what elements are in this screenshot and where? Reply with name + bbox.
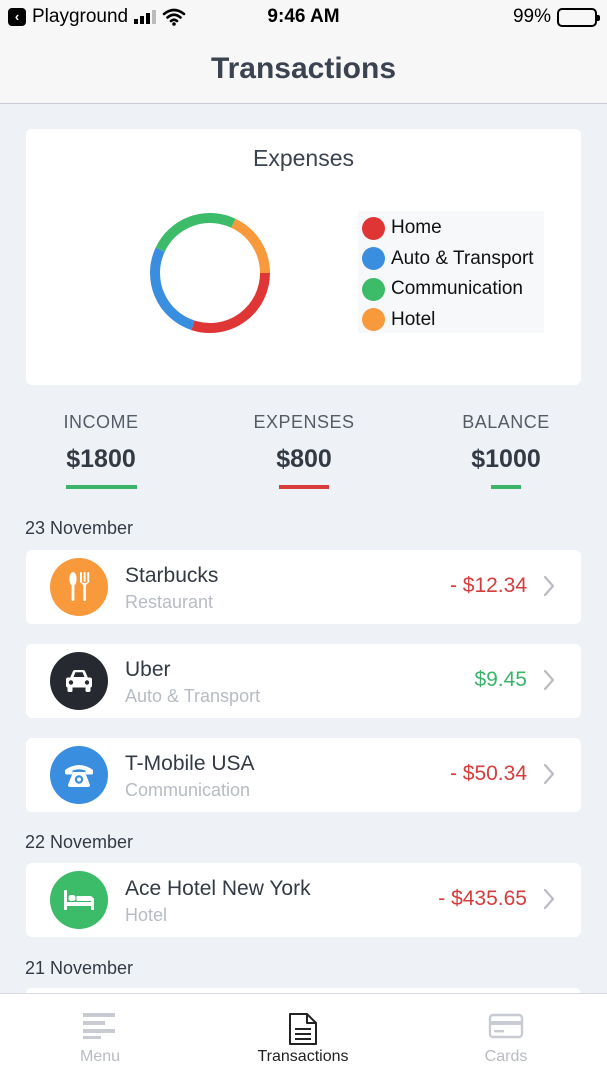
income-indicator (65, 485, 137, 489)
transaction-amount: - $12.34 (449, 574, 527, 597)
legend-label: Auto & Transport (391, 247, 534, 269)
chevron-right-icon (543, 669, 555, 691)
transaction-row-uber[interactable]: Uber Auto & Transport $9.45 (26, 644, 581, 718)
transaction-row-tmobile[interactable]: T-Mobile USA Communication - $50.34 (26, 738, 581, 812)
balance-value: $1000 (471, 445, 541, 473)
transaction-name: Uber (125, 658, 171, 681)
summary-row: INCOME $1800 EXPENSES $800 BALANCE $1000 (0, 412, 607, 492)
legend-label: Home (391, 217, 442, 239)
battery-icon (557, 7, 600, 27)
tab-cards[interactable]: Cards (406, 994, 606, 1080)
transaction-amount: - $435.65 (438, 887, 527, 910)
transaction-name: Ace Hotel New York (125, 877, 311, 900)
transaction-category: Auto & Transport (125, 686, 261, 706)
income-summary: INCOME $1800 (21, 412, 181, 489)
donut-slice-auto-transport (150, 247, 195, 331)
legend-swatch (362, 308, 385, 332)
phone-icon (50, 746, 108, 804)
transaction-row-ace-hotel[interactable]: Ace Hotel New York Hotel - $435.65 (26, 863, 581, 937)
bed-icon (50, 871, 108, 929)
restaurant-icon (50, 558, 108, 616)
car-icon (50, 652, 108, 710)
chevron-right-icon (543, 763, 555, 785)
chart-legend: Home Auto & Transport Communication Hotel (358, 211, 544, 333)
page-title: Transactions (210, 51, 397, 85)
legend-item: Auto & Transport (362, 244, 544, 275)
expenses-value: $800 (276, 445, 332, 473)
expenses-donut-chart (150, 213, 270, 333)
balance-indicator (491, 485, 521, 489)
expenses-chart-card: Expenses Home Auto & Transport Communicati… (26, 129, 581, 385)
legend-item: Hotel (362, 305, 544, 336)
back-app-label: Playground (32, 6, 129, 27)
donut-slice-communication (155, 213, 236, 252)
legend-swatch (362, 247, 385, 271)
cellular-signal-icon (134, 10, 157, 24)
back-to-app[interactable]: ‹ Playground (8, 6, 186, 28)
legend-swatch (362, 216, 385, 240)
legend-swatch (362, 277, 385, 301)
section-date-header: 22 November (25, 832, 134, 852)
tab-transactions[interactable]: Transactions (203, 994, 403, 1080)
navigation-bar: Transactions (0, 34, 607, 104)
legend-label: Hotel (391, 308, 436, 330)
credit-card-icon (488, 1013, 524, 1039)
tab-transactions-label: Transactions (257, 1048, 349, 1065)
chart-title: Expenses (252, 145, 354, 171)
section-date-header: 23 November (25, 518, 134, 538)
chevron-right-icon (543, 575, 555, 597)
balance-summary: BALANCE $1000 (426, 412, 586, 489)
transaction-amount: - $50.34 (449, 762, 527, 785)
income-label: INCOME (63, 412, 139, 432)
battery-percent: 99% (512, 6, 551, 27)
expenses-indicator (279, 485, 329, 489)
transaction-amount: $9.45 (474, 668, 527, 691)
tab-menu[interactable]: Menu (0, 994, 200, 1080)
document-icon (289, 1013, 317, 1045)
income-value: $1800 (66, 445, 136, 473)
status-bar: ‹ Playground 9:46 AM 99% (0, 0, 607, 34)
legend-label: Communication (391, 278, 523, 300)
menu-icon (83, 1013, 115, 1039)
transaction-row-starbucks[interactable]: Starbucks Restaurant - $12.34 (26, 550, 581, 624)
back-arrow-icon: ‹ (8, 8, 26, 26)
tab-cards-label: Cards (484, 1048, 528, 1065)
chevron-right-icon (543, 888, 555, 910)
transaction-category: Communication (125, 780, 251, 800)
expenses-label: EXPENSES (253, 412, 355, 432)
expenses-summary: EXPENSES $800 (224, 412, 384, 489)
balance-label: BALANCE (462, 412, 550, 432)
transaction-name: Starbucks (125, 564, 219, 587)
transaction-category: Hotel (125, 905, 168, 925)
tab-bar: Menu Transactions Cards (0, 993, 607, 1080)
transaction-category: Restaurant (125, 592, 214, 612)
tab-menu-label: Menu (79, 1048, 121, 1065)
wifi-icon (162, 8, 186, 26)
transaction-name: T-Mobile USA (125, 752, 255, 775)
donut-slice-hotel (231, 218, 270, 274)
legend-item: Home (362, 213, 544, 244)
section-date-header: 21 November (25, 958, 134, 978)
legend-item: Communication (362, 274, 544, 305)
donut-slice-home (191, 272, 270, 333)
